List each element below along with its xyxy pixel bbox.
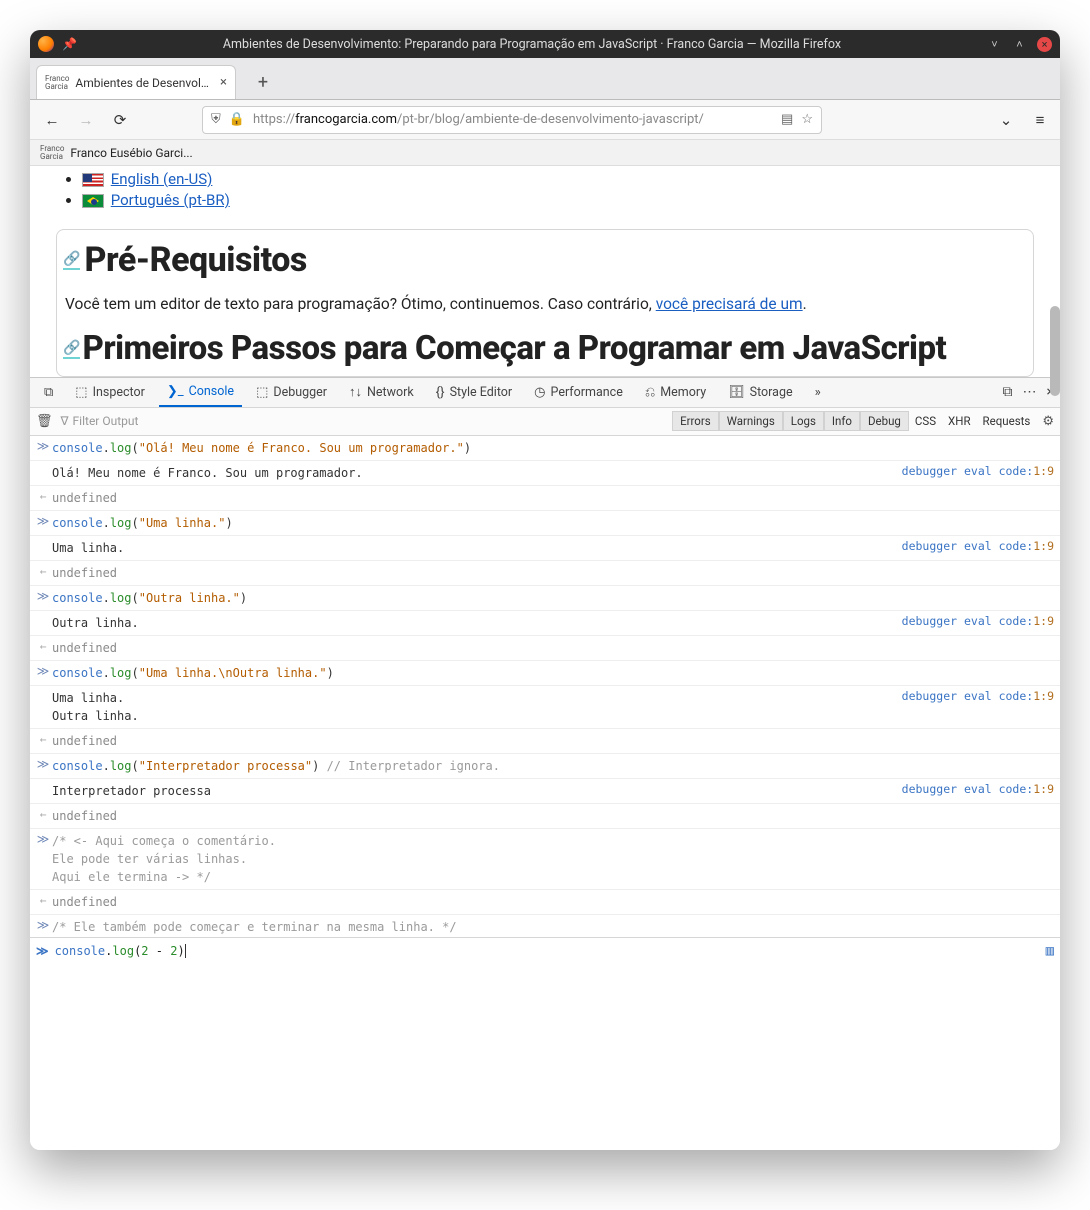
- clear-console-icon[interactable]: 🗑: [36, 414, 53, 429]
- url-bar: ← → ⟳ ⛨ 🔒 https://francogarcia.com/pt-br…: [30, 100, 1060, 140]
- browser-tab[interactable]: Franco Garcia Ambientes de Desenvolvimen…: [36, 65, 236, 99]
- console-return: undefined: [52, 489, 1054, 507]
- input-marker-icon: [34, 439, 52, 453]
- filter-css[interactable]: CSS: [909, 412, 942, 430]
- window-title: Ambientes de Desenvolvimento: Preparando…: [77, 37, 987, 52]
- paragraph: Você tem um editor de texto para program…: [65, 295, 1025, 313]
- responsive-mode-icon[interactable]: ⧉: [1003, 384, 1013, 400]
- filter-requests[interactable]: Requests: [977, 412, 1037, 430]
- console-input[interactable]: ≫ console.log(2 - 2) ▥: [30, 937, 1060, 965]
- lang-en[interactable]: English (en-US): [82, 170, 1060, 188]
- filter-errors[interactable]: Errors: [672, 411, 719, 431]
- anchor-link-icon[interactable]: 🔗: [63, 251, 80, 270]
- forward-button: →: [74, 108, 98, 132]
- editor-mode-icon[interactable]: ▥: [1046, 943, 1054, 959]
- pin-icon[interactable]: 📌: [62, 37, 77, 51]
- tab-bar: Franco Garcia Ambientes de Desenvolvimen…: [30, 58, 1060, 100]
- url-text: https://francogarcia.com/pt-br/blog/ambi…: [253, 112, 773, 127]
- console-output: console.log("Olá! Meu nome é Franco. Sou…: [30, 436, 1060, 937]
- console-input-line: console.log("Olá! Meu nome é Franco. Sou…: [52, 439, 1054, 457]
- lang-pt[interactable]: Português (pt-BR): [82, 191, 1060, 209]
- filter-warnings[interactable]: Warnings: [719, 411, 783, 431]
- more-icon[interactable]: ⋯: [1023, 384, 1037, 400]
- scrollbar-thumb[interactable]: [1050, 306, 1060, 396]
- bookmark-item[interactable]: Franco Eusébio Garci...: [70, 146, 192, 160]
- page-content: English (en-US) Português (pt-BR) 🔗 Pré-…: [30, 166, 1060, 1150]
- devtools-tabs: ⧉ ⬚Inspector ❯_Console ⬚Debugger ↑↓Netwo…: [30, 378, 1060, 408]
- tabs-overflow-icon[interactable]: »: [807, 377, 829, 407]
- reader-mode-icon[interactable]: ▤: [781, 112, 793, 127]
- dock-mode-icon[interactable]: ⧉: [36, 377, 61, 407]
- address-bar[interactable]: ⛨ 🔒 https://francogarcia.com/pt-br/blog/…: [202, 106, 822, 134]
- return-marker-icon: [34, 489, 52, 503]
- tab-style-editor[interactable]: {}Style Editor: [428, 377, 520, 407]
- reload-button[interactable]: ⟳: [108, 108, 132, 132]
- filter-info[interactable]: Info: [824, 411, 860, 431]
- lock-icon[interactable]: 🔒: [229, 112, 245, 127]
- new-tab-button[interactable]: +: [248, 67, 278, 97]
- article: 🔗 Pré-Requisitos Você tem um editor de t…: [56, 229, 1034, 377]
- tab-close-icon[interactable]: ×: [220, 75, 227, 90]
- tab-memory[interactable]: ⎌Memory: [637, 377, 714, 407]
- bookmark-favicon: Franco Garcia: [40, 145, 64, 159]
- language-list: English (en-US) Português (pt-BR): [30, 170, 1060, 209]
- console-settings-icon[interactable]: ⚙: [1042, 414, 1054, 429]
- devtools-panel: ⧉ ⬚Inspector ❯_Console ⬚Debugger ↑↓Netwo…: [30, 377, 1060, 965]
- back-button[interactable]: ←: [40, 108, 64, 132]
- link-editor[interactable]: você precisará de um: [656, 295, 803, 313]
- flag-br-icon: [82, 194, 104, 208]
- console-output-line: Olá! Meu nome é Franco. Sou um programad…: [52, 464, 894, 482]
- tab-favicon: Franco Garcia: [45, 75, 69, 89]
- prompt-icon: ≫: [36, 944, 49, 958]
- minimize-button[interactable]: ˅: [987, 37, 1002, 52]
- tab-label: Ambientes de Desenvolvimen: [75, 76, 214, 90]
- filter-input[interactable]: ∇Filter Output: [61, 414, 139, 428]
- heading-prerequisitos: Pré-Requisitos: [84, 242, 306, 279]
- firefox-icon: [38, 36, 54, 52]
- pocket-icon[interactable]: ⌄: [996, 110, 1016, 130]
- shield-icon[interactable]: ⛨: [211, 112, 221, 127]
- tab-inspector[interactable]: ⬚Inspector: [67, 377, 153, 407]
- maximize-button[interactable]: ˄: [1012, 37, 1027, 52]
- tab-network[interactable]: ↑↓Network: [341, 377, 422, 407]
- filter-debug[interactable]: Debug: [860, 411, 909, 431]
- tab-performance[interactable]: ◷Performance: [526, 377, 631, 407]
- filter-xhr[interactable]: XHR: [942, 412, 977, 430]
- source-link[interactable]: debugger eval code:1:9: [902, 464, 1054, 478]
- menu-icon[interactable]: ≡: [1030, 110, 1050, 130]
- heading-primeiros-passos: Primeiros Passos para Começar a Programa…: [82, 331, 946, 367]
- tab-debugger[interactable]: ⬚Debugger: [248, 377, 335, 407]
- filter-logs[interactable]: Logs: [783, 411, 824, 431]
- tab-storage[interactable]: 🗄Storage: [720, 377, 800, 407]
- bookmarks-bar: Franco Garcia Franco Eusébio Garci...: [30, 140, 1060, 166]
- tab-console[interactable]: ❯_Console: [159, 377, 242, 407]
- flag-us-icon: [82, 173, 104, 187]
- bookmark-star-icon[interactable]: ☆: [801, 112, 813, 127]
- window-titlebar: 📌 Ambientes de Desenvolvimento: Preparan…: [30, 30, 1060, 58]
- anchor-link-icon[interactable]: 🔗: [63, 340, 80, 359]
- console-filter-bar: 🗑 ∇Filter Output Errors Warnings Logs In…: [30, 408, 1060, 436]
- close-window-button[interactable]: ×: [1037, 37, 1052, 52]
